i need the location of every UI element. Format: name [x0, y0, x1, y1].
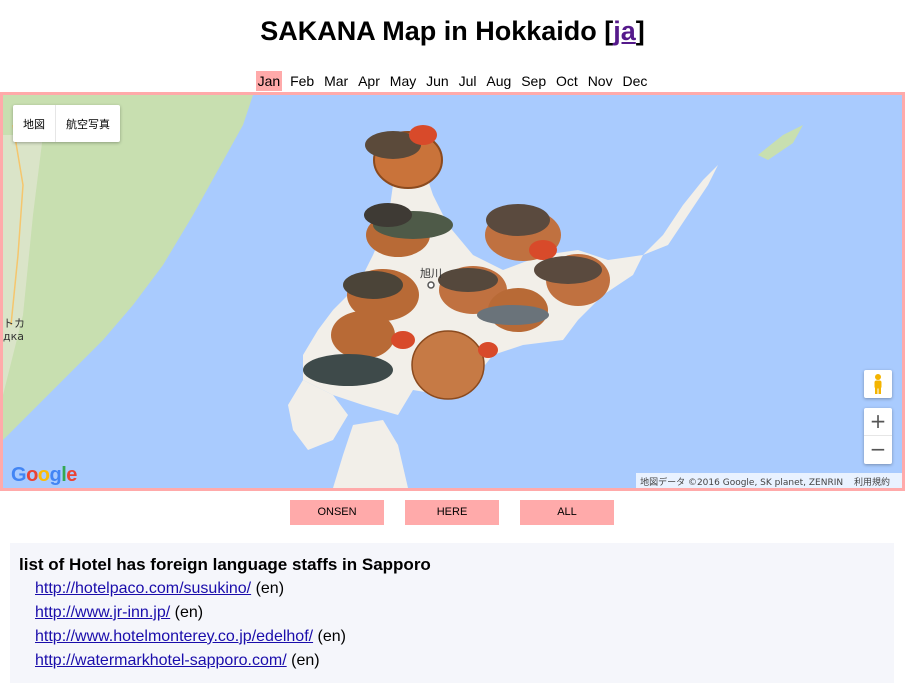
all-button[interactable]: ALL: [520, 500, 614, 525]
page-title: SAKANA Map in Hokkaido [ja]: [0, 16, 905, 47]
map-canvas[interactable]: [3, 95, 902, 488]
edge-label-2: дка: [3, 330, 24, 343]
fish-marker[interactable]: [303, 354, 393, 386]
zoom-control: + −: [864, 408, 892, 464]
hotel-list-panel: list of Hotel has foreign language staff…: [10, 543, 894, 683]
month-jan[interactable]: Jan: [255, 71, 283, 91]
zoom-out-button[interactable]: −: [864, 436, 892, 463]
city-label: 旭川: [420, 267, 442, 280]
honshu-land: [333, 420, 408, 488]
onsen-button[interactable]: ONSEN: [290, 500, 384, 525]
hotel-list-heading: list of Hotel has foreign language staff…: [19, 555, 431, 574]
kuril-islands-2: [758, 125, 803, 160]
crab-marker[interactable]: [391, 331, 415, 349]
map-attribution: 地図データ ©2016 Google, SK planet, ZENRIN 利用…: [636, 473, 902, 488]
google-logo[interactable]: Google: [11, 464, 77, 487]
kuril-islands: [643, 165, 718, 255]
list-item: http://www.jr-inn.jp/ (en): [35, 603, 346, 627]
crab-marker[interactable]: [478, 342, 498, 358]
asahikawa-marker: [427, 281, 435, 289]
month-jul[interactable]: Jul: [457, 71, 479, 91]
fish-marker[interactable]: [534, 256, 602, 284]
month-oct[interactable]: Oct: [554, 71, 580, 91]
page-title-end: ]: [635, 16, 645, 46]
map-type-control: 地図 航空写真: [13, 105, 120, 142]
hotel-lang: (en): [174, 604, 204, 621]
scallop-marker[interactable]: [411, 330, 485, 400]
hotel-lang: (en): [291, 652, 320, 669]
scallop-marker[interactable]: [331, 311, 395, 359]
month-feb[interactable]: Feb: [288, 71, 316, 91]
fish-marker[interactable]: [364, 203, 412, 227]
hotel-list: http://hotelpaco.com/susukino/ (en) http…: [35, 579, 346, 675]
hotel-link[interactable]: http://watermarkhotel-sapporo.com/: [35, 652, 287, 669]
hotel-link[interactable]: http://hotelpaco.com/susukino/: [35, 580, 251, 597]
fish-marker[interactable]: [477, 305, 549, 325]
fish-marker[interactable]: [486, 204, 550, 236]
month-aug[interactable]: Aug: [484, 71, 513, 91]
month-selector: Jan Feb Mar Apr May Jun Jul Aug Sep Oct …: [0, 71, 905, 91]
maptype-satellite-button[interactable]: 航空写真: [56, 105, 120, 142]
fish-marker[interactable]: [438, 268, 498, 292]
month-mar[interactable]: Mar: [322, 71, 350, 91]
hotel-lang: (en): [255, 580, 285, 597]
hotel-lang: (en): [317, 628, 346, 645]
pegman-icon[interactable]: [864, 370, 892, 398]
maptype-map-button[interactable]: 地図: [13, 105, 56, 142]
month-dec[interactable]: Dec: [620, 71, 649, 91]
hotel-link[interactable]: http://www.hotelmonterey.co.jp/edelhof/: [35, 628, 313, 645]
list-item: http://www.hotelmonterey.co.jp/edelhof/ …: [35, 627, 346, 651]
list-item: http://hotelpaco.com/susukino/ (en): [35, 579, 346, 603]
fish-marker[interactable]: [343, 271, 403, 299]
terms-link[interactable]: 利用規約: [854, 478, 890, 488]
here-button[interactable]: HERE: [405, 500, 499, 525]
attribution-text: 地図データ ©2016 Google, SK planet, ZENRIN: [640, 478, 844, 488]
edge-label: トカ дка: [3, 317, 25, 343]
crab-marker[interactable]: [409, 125, 437, 145]
month-may[interactable]: May: [388, 71, 418, 91]
month-apr[interactable]: Apr: [356, 71, 382, 91]
map-container[interactable]: 地図 航空写真 旭川 トカ дка + − Google 地図データ ©2016…: [0, 92, 905, 491]
month-jun[interactable]: Jun: [424, 71, 451, 91]
lang-ja-link[interactable]: ja: [613, 16, 636, 46]
zoom-in-button[interactable]: +: [864, 408, 892, 436]
edge-label-1: トカ: [3, 317, 25, 330]
month-sep[interactable]: Sep: [519, 71, 548, 91]
fish-marker-cluster-east[interactable]: [485, 204, 561, 261]
page-title-text: SAKANA Map in Hokkaido [: [260, 16, 614, 46]
fish-marker-cluster-north[interactable]: [365, 125, 443, 189]
hotel-link[interactable]: http://www.jr-inn.jp/: [35, 604, 170, 621]
month-nov[interactable]: Nov: [586, 71, 615, 91]
crab-marker[interactable]: [529, 240, 557, 260]
list-item: http://watermarkhotel-sapporo.com/ (en): [35, 651, 346, 675]
